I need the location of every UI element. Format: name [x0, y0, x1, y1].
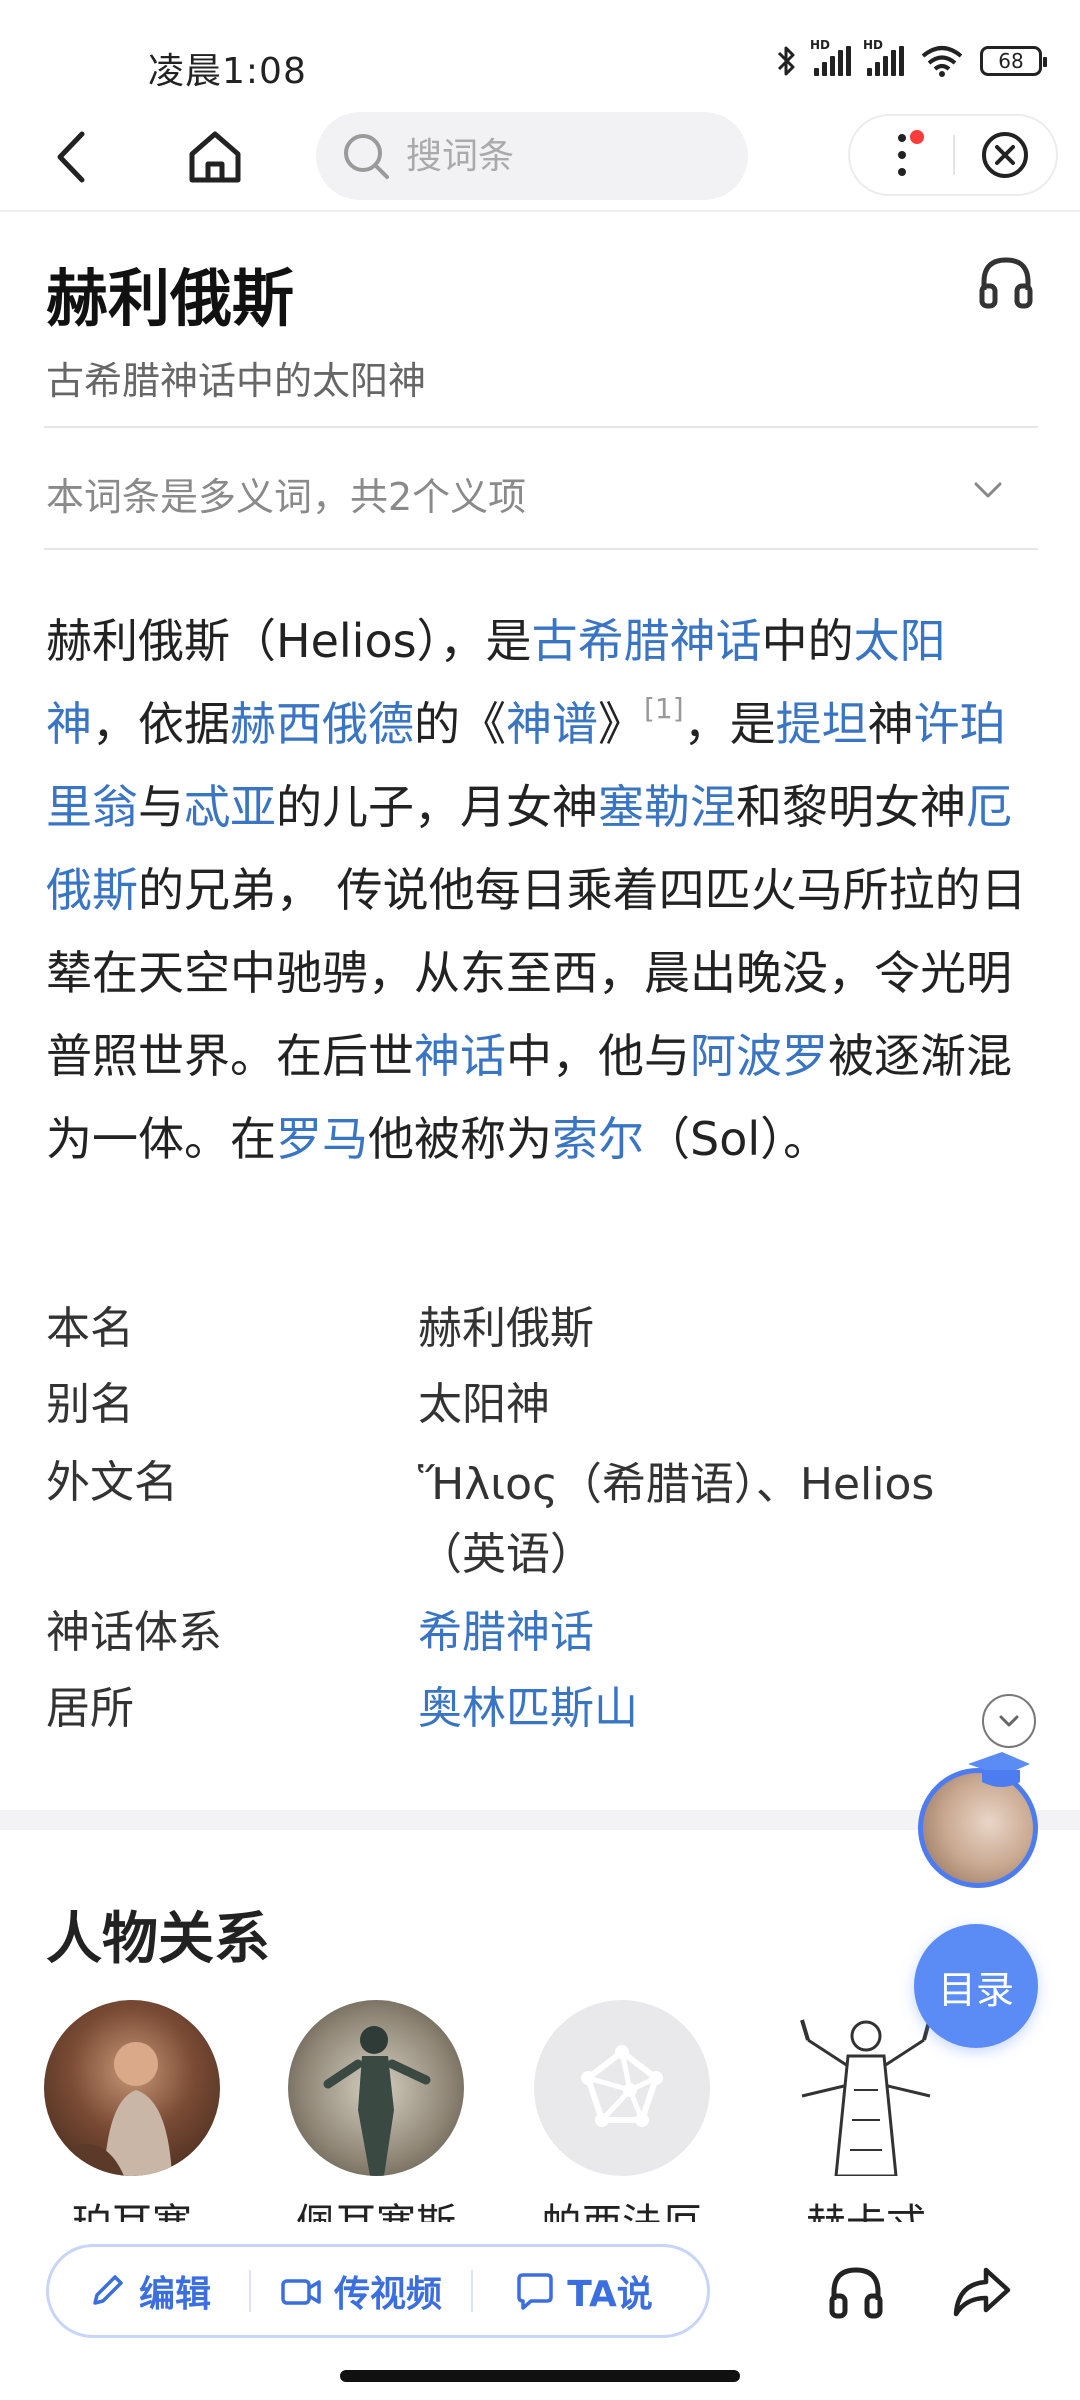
toc-button[interactable]: 目录 [914, 1924, 1038, 2048]
summary-paragraph: 赫利俄斯（Helios），是古希腊神话中的太阳神，依据赫西俄德的《神谱》[1]，… [46, 614, 1027, 1166]
home-button[interactable] [180, 122, 250, 192]
edit-button[interactable]: 编辑 [49, 2247, 249, 2335]
video-camera-icon [281, 2279, 321, 2305]
home-icon [189, 131, 241, 183]
polysemy-expand[interactable] [968, 470, 1008, 510]
link-rome[interactable]: 罗马 [276, 1112, 368, 1166]
share-arrow-icon [953, 2267, 1011, 2317]
infobox-link[interactable]: 希腊神话 [418, 1600, 998, 1666]
close-circle-icon [982, 132, 1029, 178]
signal-icon-1: HD [810, 38, 851, 76]
header-divider [0, 210, 1080, 212]
link-apollo[interactable]: 阿波罗 [690, 1029, 828, 1083]
entry-title: 赫利俄斯 [46, 262, 295, 335]
infobox-link[interactable]: 奥林匹斯山 [418, 1676, 998, 1742]
home-indicator [340, 2370, 740, 2382]
entry-subtitle: 古希腊神话中的太阳神 [46, 359, 427, 403]
back-button[interactable] [42, 122, 102, 192]
chat-bubble-icon [517, 2273, 553, 2310]
battery-icon: 68 [980, 46, 1047, 76]
portrait-image [64, 2042, 172, 2176]
share-button[interactable] [950, 2262, 1014, 2322]
statue-image [323, 2026, 431, 2176]
infobox-label: 外文名 [46, 1457, 178, 1508]
bluetooth-icon [777, 46, 795, 76]
signal-icon-2: HD [863, 38, 904, 76]
link-ancient-greek-myth[interactable]: 古希腊神话 [532, 614, 762, 668]
divider [44, 426, 1038, 428]
mini-program-capsule [848, 114, 1058, 196]
edit-label: 编辑 [138, 2274, 211, 2315]
status-time: 凌晨1:08 [148, 51, 307, 92]
action-pill: 编辑 传视频 TA说 [46, 2244, 710, 2338]
graduation-cap-icon [968, 1752, 1030, 1787]
infobox-label: 别名 [46, 1379, 134, 1430]
more-button[interactable] [850, 116, 953, 194]
chevron-down-icon [999, 1715, 1019, 1727]
divider [44, 548, 1038, 550]
notification-dot [910, 130, 924, 144]
relation-avatar[interactable] [44, 2000, 220, 2176]
link-sol[interactable]: 索尔 [552, 1112, 644, 1166]
polysemy-notice[interactable]: 本词条是多义词，共2个义项 [46, 466, 526, 521]
infobox-row: 居所 奥林匹斯山 [46, 1676, 1036, 1742]
headphones-icon [979, 257, 1033, 309]
relation-name[interactable]: 帕西法厄 [522, 2196, 722, 2224]
link-theia[interactable]: 忒亚 [184, 780, 276, 834]
link-hesiod[interactable]: 赫西俄德 [230, 697, 414, 751]
wifi-icon [921, 46, 963, 77]
headphones-icon [829, 2267, 883, 2319]
listen-button[interactable] [976, 252, 1036, 312]
network-placeholder-icon [581, 2045, 663, 2127]
search-bar[interactable] [316, 112, 748, 200]
infobox: 本名 赫利俄斯 别名 太阳神 外文名 Ἥλιος（希腊语）、Helios（英语）… [46, 1296, 1036, 1752]
chevron-left-icon [57, 131, 85, 183]
relation-name[interactable]: 珀耳塞 [32, 2196, 232, 2224]
infobox-value: 太阳神 [418, 1379, 550, 1430]
search-icon [344, 134, 389, 179]
upload-video-button[interactable]: 传视频 [251, 2247, 471, 2335]
link-myth[interactable]: 神话 [414, 1029, 506, 1083]
infobox-label: 本名 [46, 1303, 134, 1354]
infobox-value: 赫利俄斯 [418, 1303, 594, 1354]
ta-say-label: TA说 [567, 2274, 653, 2315]
infobox-row: 本名 赫利俄斯 [46, 1296, 1036, 1362]
link-selene[interactable]: 塞勒涅 [598, 780, 736, 834]
reference-marker[interactable]: [1] [644, 692, 684, 725]
ta-say-button[interactable]: TA说 [473, 2247, 693, 2335]
infobox-expand-button[interactable] [982, 1694, 1036, 1748]
infobox-row: 神话体系 希腊神话 [46, 1600, 1036, 1666]
infobox-row: 外文名 Ἥλιος（希腊语）、Helios（英语） [46, 1450, 1036, 1590]
link-titan[interactable]: 提坦 [776, 697, 868, 751]
listen-button[interactable] [826, 2262, 886, 2322]
relation-name[interactable]: 赫卡忒 [766, 2196, 966, 2224]
more-vertical-icon [897, 134, 906, 176]
engraving-image [800, 2017, 932, 2178]
relation-avatar[interactable] [778, 2000, 954, 2178]
relations-title: 人物关系 [46, 1907, 270, 1972]
link-theogony[interactable]: 神谱 [506, 697, 598, 751]
search-input[interactable] [406, 135, 726, 177]
infobox-label: 居所 [46, 1683, 134, 1734]
infobox-label: 神话体系 [46, 1607, 222, 1658]
close-button[interactable] [955, 116, 1056, 194]
infobox-value: Ἥλιος（希腊语）、Helios（英语） [418, 1459, 935, 1580]
relation-avatar[interactable] [534, 2000, 710, 2176]
chevron-down-icon [974, 482, 1002, 498]
pencil-icon [93, 2275, 123, 2305]
status-icons: HD HD 68 [776, 38, 1047, 78]
relation-name[interactable]: 佩耳塞斯 [276, 2196, 476, 2224]
upload-video-label: 传视频 [333, 2274, 442, 2315]
relation-avatar[interactable] [288, 2000, 464, 2176]
infobox-row: 别名 太阳神 [46, 1372, 1036, 1438]
